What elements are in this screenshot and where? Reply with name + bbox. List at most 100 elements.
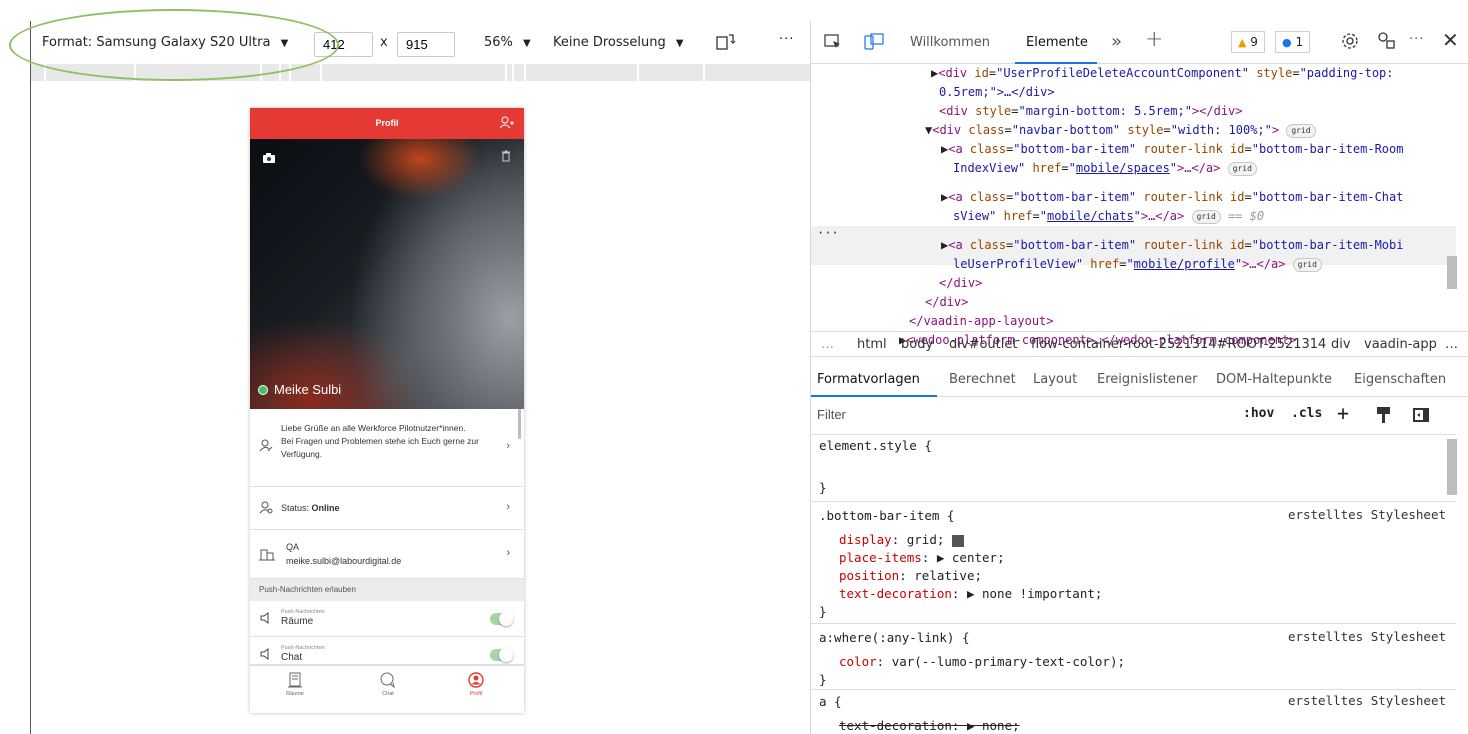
bio-row[interactable]: Liebe Grüße an alle Werkforce Pilotnutze…: [250, 409, 524, 487]
messages-badge[interactable]: ● 1: [1275, 31, 1311, 53]
rule-close-brace: }: [819, 672, 827, 687]
company-row[interactable]: QA meike.sulbi@labourdigital.de ›: [250, 530, 524, 579]
company-email: meike.sulbi@labourdigital.de: [286, 556, 402, 566]
tab-ereignislistener[interactable]: Ereignislistener: [1097, 372, 1197, 387]
css-declaration[interactable]: position: relative;: [839, 567, 982, 585]
css-declaration[interactable]: text-decoration: ▶ none !important;: [839, 585, 1102, 603]
dimension-times-label: x: [380, 35, 388, 50]
rule-element-style-selector[interactable]: element.style {: [819, 437, 932, 455]
breadcrumb-div[interactable]: div: [1331, 337, 1351, 352]
connect-icon[interactable]: [1377, 31, 1397, 55]
tab-dom-haltepunkte[interactable]: DOM-Haltepunkte: [1216, 372, 1332, 387]
device-toolbar-toggle-icon[interactable]: [864, 33, 884, 55]
dom-node-navbar-bottom[interactable]: ▼<div class="navbar-bottom" style="width…: [925, 121, 1316, 140]
more-tabs-icon[interactable]: »: [1111, 31, 1122, 52]
rule-bottom-bar-item-selector[interactable]: .bottom-bar-item {: [819, 507, 954, 525]
zoom-dropdown[interactable]: 56% ▼: [484, 35, 531, 50]
tab-berechnet[interactable]: Berechnet: [949, 372, 1016, 387]
camera-icon[interactable]: [262, 151, 276, 165]
warning-icon: ▲: [1238, 36, 1247, 49]
rule-close-brace: }: [819, 480, 827, 495]
styles-scroll-thumb[interactable]: [1447, 439, 1457, 495]
dom-node-bottom-bar-chats-cont: sView" href="mobile/chats">…</a> grid ==…: [953, 209, 1265, 224]
push-raeume-toggle[interactable]: [490, 612, 513, 626]
gear-icon[interactable]: [1340, 31, 1360, 55]
message-icon: ●: [1282, 36, 1292, 49]
styles-filter-input[interactable]: [817, 407, 1197, 422]
tab-eigenschaften[interactable]: Eigenschaften: [1354, 372, 1446, 387]
user-name-row: Meike Sulbi: [258, 382, 341, 397]
warnings-count: 9: [1250, 35, 1258, 49]
nav-item-raeume[interactable]: Räume: [265, 672, 325, 697]
node-actions-dots[interactable]: ···: [817, 226, 839, 240]
device-height-input[interactable]: [397, 32, 455, 57]
device-format-dropdown[interactable]: Format: Samsung Galaxy S20 Ultra ▼: [42, 35, 288, 50]
tab-layout[interactable]: Layout: [1033, 372, 1077, 387]
push-toggle-label: Räume: [281, 616, 314, 627]
device-width-input[interactable]: [314, 32, 373, 57]
toggle-sidebar-icon[interactable]: [1412, 406, 1430, 428]
rule-any-link-selector[interactable]: a:where(:any-link) {: [819, 629, 970, 647]
rule-source-link[interactable]: erstelltes Stylesheet: [1288, 693, 1446, 708]
close-icon[interactable]: ✕: [1442, 28, 1459, 52]
user-name: Meike Sulbi: [274, 382, 342, 397]
breadcrumb-html[interactable]: html: [857, 337, 887, 352]
dom-tree-scroll-thumb[interactable]: [1447, 256, 1457, 289]
breadcrumb-overflow[interactable]: …: [821, 337, 834, 352]
profile-icon: [468, 672, 484, 688]
breadcrumb-outlet[interactable]: div#outlet: [949, 337, 1017, 352]
trash-icon[interactable]: [500, 149, 512, 163]
css-rules-pane[interactable]: element.style { } .bottom-bar-item { ers…: [811, 435, 1456, 734]
push-section-header: Push-Nachrichten erlauben: [250, 579, 524, 601]
rotate-device-icon[interactable]: [715, 32, 737, 54]
nav-item-chat[interactable]: Chat: [358, 672, 418, 697]
push-toggle-row-raeume: Push-Nachrichten Räume: [250, 601, 524, 637]
css-declaration-overridden[interactable]: text-decoration: ▶ none;: [839, 717, 1020, 734]
warnings-badge[interactable]: ▲ 9: [1231, 31, 1265, 53]
device-emulation-pane: Format: Samsung Galaxy S20 Ultra ▼ x 56%…: [9, 9, 810, 734]
new-rule-icon[interactable]: +: [1337, 401, 1349, 425]
hov-button[interactable]: :hov: [1243, 406, 1274, 421]
chevron-down-icon: ▼: [280, 38, 289, 49]
dom-node-bottom-bar-room[interactable]: ▶<a class="bottom-bar-item" router-link …: [941, 140, 1403, 159]
paint-roller-icon[interactable]: [1376, 406, 1392, 428]
media-query-ruler[interactable]: [31, 64, 810, 81]
chevron-down-icon: ▼: [675, 38, 684, 49]
css-declaration[interactable]: place-items: ▶ center;: [839, 549, 1005, 567]
cls-button[interactable]: .cls: [1291, 406, 1322, 421]
nav-label: Räume: [286, 691, 304, 697]
rule-a-selector[interactable]: a {: [819, 693, 842, 711]
add-user-icon[interactable]: [499, 108, 514, 139]
nav-item-profil[interactable]: Profil: [446, 672, 506, 697]
bio-scrollbar[interactable]: [518, 409, 521, 439]
breadcrumb-vaadin-app[interactable]: vaadin-app: [1364, 337, 1437, 352]
throttling-dropdown[interactable]: Keine Drosselung ▼: [553, 35, 684, 50]
css-declaration[interactable]: color: var(--lumo-primary-text-color);: [839, 653, 1125, 671]
breadcrumb-more[interactable]: …: [1445, 337, 1458, 352]
dom-node-delete-account[interactable]: ▶<div id="UserProfileDeleteAccountCompon…: [931, 64, 1394, 83]
inspect-element-icon[interactable]: [824, 33, 842, 55]
dom-tree[interactable]: ··· ▶<div id="UserProfileDeleteAccountCo…: [811, 64, 1456, 351]
tab-elements[interactable]: Elemente: [1026, 35, 1088, 50]
tab-welcome[interactable]: Willkommen: [910, 35, 990, 50]
grid-editor-icon[interactable]: [951, 534, 964, 547]
add-tab-icon[interactable]: +: [1145, 27, 1163, 52]
dom-node-bottom-bar-chats[interactable]: ▶<a class="bottom-bar-item" router-link …: [941, 188, 1403, 207]
device-format-label: Format: Samsung Galaxy S20 Ultra: [42, 35, 271, 50]
dom-node-spacer[interactable]: <div style="margin-bottom: 5.5rem;"></di…: [939, 102, 1243, 121]
dom-node-bottom-bar-profile[interactable]: ▶<a class="bottom-bar-item" router-link …: [941, 236, 1403, 255]
chevron-right-icon: ›: [506, 501, 510, 513]
breadcrumb-flow-container[interactable]: flow-container-root-2521314#ROOT-2521314: [1031, 337, 1326, 352]
status-row[interactable]: Status: Online ›: [250, 487, 524, 530]
css-declaration[interactable]: display: grid;: [839, 531, 964, 549]
breadcrumb-body[interactable]: body: [901, 337, 933, 352]
more-options-icon[interactable]: ···: [779, 32, 794, 47]
rule-source-link[interactable]: erstelltes Stylesheet: [1288, 507, 1446, 522]
rule-source-link[interactable]: erstelltes Stylesheet: [1288, 629, 1446, 644]
tab-formatvorlagen[interactable]: Formatvorlagen: [817, 372, 920, 387]
dom-tree-scrollbar[interactable]: [1447, 64, 1459, 351]
styles-filter-bar: :hov .cls +: [811, 397, 1456, 435]
rule-separator: [811, 501, 1456, 502]
more-options-icon[interactable]: ···: [1409, 32, 1424, 47]
push-chat-toggle[interactable]: [490, 648, 513, 662]
